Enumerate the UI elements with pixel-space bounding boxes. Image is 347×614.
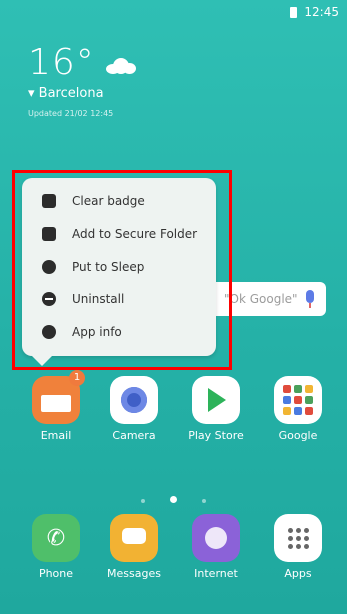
weather-city: ▾ Barcelona [28, 86, 104, 101]
app-label: Google [278, 429, 318, 442]
messages-icon [110, 514, 158, 562]
page-dot-active [170, 496, 177, 503]
search-hint: "Ok Google" [224, 292, 298, 306]
weather-widget[interactable]: 16° [28, 42, 136, 83]
app-google-folder[interactable]: Google [268, 376, 328, 442]
email-icon: 1 [32, 370, 85, 424]
google-folder-icon [274, 376, 322, 424]
internet-icon [192, 514, 240, 562]
play-store-icon [192, 376, 240, 424]
app-label: Camera [112, 429, 156, 442]
weather-updated: Updated 21/02 12:45 [28, 109, 114, 118]
phone-icon [32, 514, 80, 562]
app-label: Phone [38, 567, 74, 580]
home-app-row: 1 Email Camera Play Store Google [0, 370, 347, 456]
city-label: Barcelona [38, 86, 104, 101]
cloud-icon [105, 58, 136, 74]
app-internet[interactable]: Internet [186, 514, 246, 580]
temperature-text: 16° [28, 42, 95, 83]
app-email[interactable]: 1 Email [26, 370, 86, 442]
status-bar: 12:45 [0, 0, 347, 22]
apps-grid-icon [274, 514, 322, 562]
app-label: Internet [194, 567, 238, 580]
app-messages[interactable]: Messages [104, 514, 164, 580]
app-label: Apps [284, 567, 312, 580]
app-label: Email [40, 429, 72, 442]
status-time: 12:45 [304, 5, 339, 19]
app-camera[interactable]: Camera [104, 376, 164, 442]
page-dot [140, 499, 145, 503]
page-indicator [0, 488, 347, 507]
dock: Phone Messages Internet Apps [0, 514, 347, 604]
mic-icon[interactable] [306, 290, 314, 308]
camera-icon [110, 376, 158, 424]
page-dot [202, 499, 207, 503]
battery-icon [290, 7, 297, 18]
app-drawer-button[interactable]: Apps [268, 514, 328, 580]
app-play-store[interactable]: Play Store [186, 376, 246, 442]
notification-badge: 1 [69, 370, 85, 386]
app-label: Play Store [188, 429, 244, 442]
app-phone[interactable]: Phone [26, 514, 86, 580]
app-label: Messages [107, 567, 161, 580]
highlight-box [12, 170, 232, 370]
